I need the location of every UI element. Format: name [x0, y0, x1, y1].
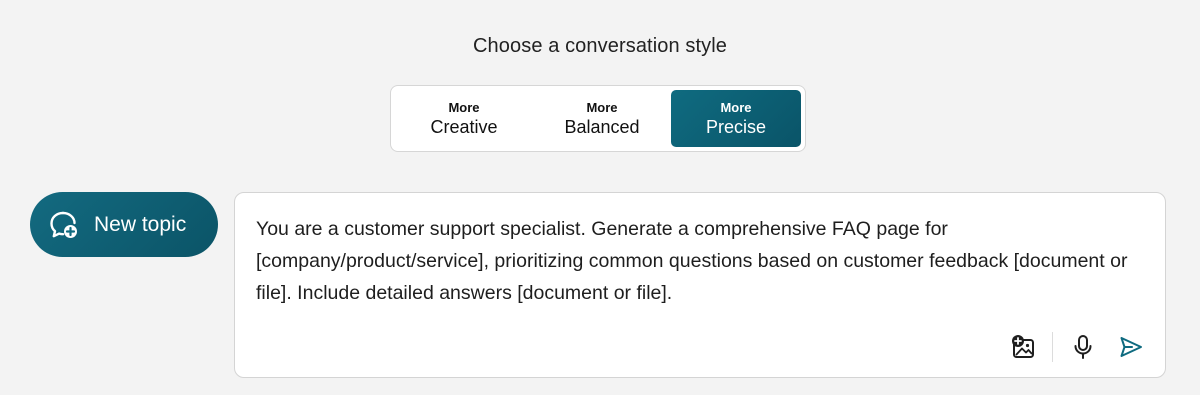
conversation-style-heading: Choose a conversation style	[473, 35, 727, 57]
style-option-balanced[interactable]: More Balanced	[533, 90, 671, 147]
chat-plus-icon	[48, 209, 80, 241]
style-option-prefix: More	[448, 99, 480, 115]
toolbar-divider	[1052, 332, 1053, 362]
composer-toolbar	[1008, 331, 1147, 363]
style-option-precise[interactable]: More Precise	[671, 90, 801, 147]
send-icon[interactable]	[1115, 331, 1147, 363]
style-option-prefix: More	[586, 99, 618, 115]
chat-page: Choose a conversation style More Creativ…	[0, 0, 1200, 395]
new-topic-button[interactable]: New topic	[30, 192, 218, 257]
chat-input-text[interactable]: You are a customer support specialist. G…	[256, 213, 1136, 309]
add-image-icon[interactable]	[1008, 331, 1040, 363]
new-topic-label: New topic	[94, 212, 187, 236]
style-option-label: Precise	[705, 116, 767, 137]
style-option-label: Balanced	[564, 116, 640, 137]
conversation-style-selector: More Creative More Balanced More Precise	[390, 85, 806, 152]
style-option-label: Creative	[430, 116, 498, 137]
microphone-icon[interactable]	[1067, 331, 1099, 363]
style-option-prefix: More	[720, 99, 752, 115]
chat-input-box[interactable]: You are a customer support specialist. G…	[234, 192, 1166, 378]
style-option-creative[interactable]: More Creative	[395, 90, 533, 147]
